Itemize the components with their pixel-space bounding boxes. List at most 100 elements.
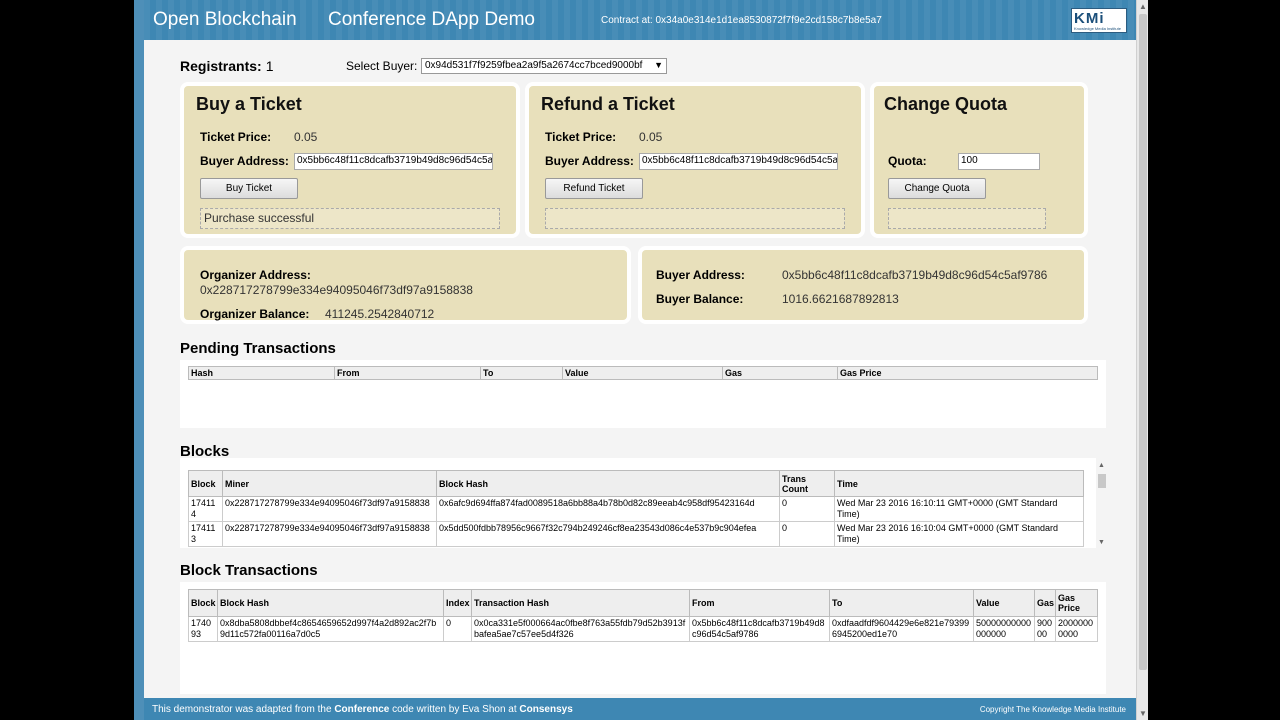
pending-header-row: Hash From To Value Gas Gas Price <box>188 366 1098 380</box>
select-buyer-dropdown[interactable]: 0x94d531f7f9259fbea2a9f5a2674cc7bced9000… <box>421 58 667 74</box>
tx-col-value: Value <box>973 589 1035 617</box>
organizer-balance-label: Organizer Balance: <box>200 307 310 321</box>
change-quota-panel: Change Quota Quota: 100 Change Quota <box>870 82 1088 238</box>
block-transactions-table: Block Block Hash Index Transaction Hash … <box>188 589 1098 642</box>
page-footer: This demonstrator was adapted from the C… <box>144 698 1136 720</box>
contract-address: Contract at: 0x34a0e314e1d1ea8530872f7f9… <box>601 15 882 26</box>
page-scroll-thumb[interactable] <box>1139 14 1147 670</box>
footer-credit-prefix: This demonstrator was adapted from the <box>152 704 335 715</box>
registrants-count: 1 <box>265 58 274 74</box>
blocks-scrollbar[interactable]: ▲ ▼ <box>1096 462 1108 546</box>
page-scroll-down-icon[interactable]: ▼ <box>1139 709 1147 718</box>
page-scrollbar[interactable]: ▲ ▼ <box>1136 0 1148 720</box>
refund-ticket-button[interactable]: Refund Ticket <box>545 178 643 199</box>
blocks-header-row: Block Miner Block Hash Trans Count Time <box>188 470 1084 497</box>
blocks-col-time: Time <box>834 470 1084 497</box>
quota-status-message <box>888 208 1046 229</box>
change-quota-button[interactable]: Change Quota <box>888 178 986 199</box>
buyer-address-label: Buyer Address: <box>656 268 745 282</box>
buy-buyer-address-input[interactable]: 0x5bb6c48f11c8dcafb3719b49d8c96d54c5a <box>294 153 493 170</box>
buy-ticket-title: Buy a Ticket <box>196 94 302 114</box>
block-miner: 0x228717278799e334e94095046f73df97a91588… <box>222 521 437 547</box>
scroll-down-icon[interactable]: ▼ <box>1098 539 1105 546</box>
change-quota-title: Change Quota <box>884 94 1008 114</box>
footer-copyright: Copyright The Knowledge Media Institute <box>979 705 1126 714</box>
tx-block: 174093 <box>188 616 218 642</box>
kmi-logo-caption: Knowledge Media Institute <box>1074 26 1121 31</box>
page-scroll-up-icon[interactable]: ▲ <box>1139 2 1147 11</box>
block-trans-count: 0 <box>779 521 835 547</box>
refund-price-label: Ticket Price: <box>545 130 617 144</box>
tx-col-from: From <box>689 589 830 617</box>
pending-col-value: Value <box>562 366 723 380</box>
blocks-col-trans-count: Trans Count <box>779 470 835 497</box>
browser-page: Open Blockchain Conference DApp Demo Con… <box>134 0 1148 720</box>
buy-ticket-button[interactable]: Buy Ticket <box>200 178 298 199</box>
tx-col-index: Index <box>443 589 472 617</box>
tx-block-hash: 0x8dba5808dbbef4c8654659652d997f4a2d892a… <box>217 616 444 642</box>
block-time: Wed Mar 23 2016 16:10:11 GMT+0000 (GMT S… <box>834 496 1084 522</box>
refund-ticket-title: Refund a Ticket <box>541 94 675 114</box>
block-number: 174113 <box>188 521 223 547</box>
blocks-col-block: Block <box>188 470 223 497</box>
tx-from: 0x5bb6c48f11c8dcafb3719b49d8c96d54c5af97… <box>689 616 830 642</box>
block-time: Wed Mar 23 2016 16:10:04 GMT+0000 (GMT S… <box>834 521 1084 547</box>
block-transactions-title: Block Transactions <box>180 562 318 579</box>
footer-credit: This demonstrator was adapted from the C… <box>152 704 573 715</box>
buyer-balance-label: Buyer Balance: <box>656 292 744 306</box>
table-row[interactable]: 174114 0x228717278799e334e94095046f73df9… <box>188 496 1084 522</box>
scroll-up-icon[interactable]: ▲ <box>1098 462 1105 469</box>
buyer-balance-value: 1016.6621687892813 <box>782 292 899 306</box>
refund-buyer-address-input[interactable]: 0x5bb6c48f11c8dcafb3719b49d8c96d54c5a <box>639 153 838 170</box>
table-row[interactable]: 174113 0x228717278799e334e94095046f73df9… <box>188 521 1084 547</box>
tx-col-block: Block <box>188 589 218 617</box>
conference-link[interactable]: Conference <box>334 704 389 715</box>
refund-status-message <box>545 208 845 229</box>
tx-to: 0xdfaadfdf9604429e6e821e793996945200ed1e… <box>829 616 974 642</box>
refund-buyer-label: Buyer Address: <box>545 154 634 168</box>
consensys-link[interactable]: Consensys <box>519 704 572 715</box>
refund-ticket-panel: Refund a Ticket Ticket Price: 0.05 Buyer… <box>525 82 865 238</box>
tx-col-transaction-hash: Transaction Hash <box>471 589 690 617</box>
block-transactions-table-wrapper: Block Block Hash Index Transaction Hash … <box>180 582 1106 694</box>
select-buyer-label: Select Buyer: <box>346 59 418 73</box>
quota-input[interactable]: 100 <box>958 153 1040 170</box>
pending-transactions-title: Pending Transactions <box>180 340 336 357</box>
blocks-table-wrapper[interactable]: Block Miner Block Hash Trans Count Time … <box>180 458 1096 548</box>
tx-col-to: To <box>829 589 974 617</box>
kmi-logo-letters: KMi <box>1074 10 1105 27</box>
table-row[interactable]: 174093 0x8dba5808dbbef4c8654659652d997f4… <box>188 616 1098 642</box>
registrants: Registrants: 1 <box>180 58 273 74</box>
scroll-thumb[interactable] <box>1098 474 1106 488</box>
tx-value: 50000000000000000 <box>973 616 1035 642</box>
pending-transactions-table: Hash From To Value Gas Gas Price <box>188 366 1098 380</box>
buyer-info-panel: Buyer Address: 0x5bb6c48f11c8dcafb3719b4… <box>638 246 1088 324</box>
block-miner: 0x228717278799e334e94095046f73df97a91588… <box>222 496 437 522</box>
select-buyer-value: 0x94d531f7f9259fbea2a9f5a2674cc7bced9000… <box>425 60 643 71</box>
refund-price-value: 0.05 <box>639 130 663 144</box>
pending-transactions-table-wrapper: Hash From To Value Gas Gas Price <box>180 360 1106 428</box>
registrants-label: Registrants: <box>180 58 262 74</box>
tx-index: 0 <box>443 616 472 642</box>
block-number: 174114 <box>188 496 223 522</box>
buy-price-label: Ticket Price: <box>200 130 272 144</box>
block-tx-header-row: Block Block Hash Index Transaction Hash … <box>188 589 1098 617</box>
tx-col-gas: Gas <box>1034 589 1056 617</box>
blocks-table: Block Miner Block Hash Trans Count Time … <box>188 470 1084 547</box>
buyer-address-value: 0x5bb6c48f11c8dcafb3719b49d8c96d54c5af97… <box>782 268 1048 282</box>
tx-hash: 0x0ca331e5f000664ac0fbe8f763a55fdb79d52b… <box>471 616 690 642</box>
tx-gas-price: 20000000000 <box>1055 616 1098 642</box>
pending-col-gas-price: Gas Price <box>837 366 1098 380</box>
block-trans-count: 0 <box>779 496 835 522</box>
block-hash: 0x5dd500fdbb78956c9667f32c794b249246cf8e… <box>436 521 780 547</box>
pending-col-to: To <box>480 366 563 380</box>
quota-label: Quota: <box>888 154 927 168</box>
pending-col-hash: Hash <box>188 366 335 380</box>
brand-title[interactable]: Open Blockchain <box>153 9 297 31</box>
block-hash: 0x6afc9d694ffa874fad0089518a6bb88a4b78b0… <box>436 496 780 522</box>
kmi-logo[interactable]: KMi Knowledge Media Institute <box>1071 8 1127 33</box>
app-title: Conference DApp Demo <box>328 9 535 30</box>
left-accent-bar <box>134 0 144 720</box>
pending-col-from: From <box>334 366 481 380</box>
blocks-col-block-hash: Block Hash <box>436 470 780 497</box>
